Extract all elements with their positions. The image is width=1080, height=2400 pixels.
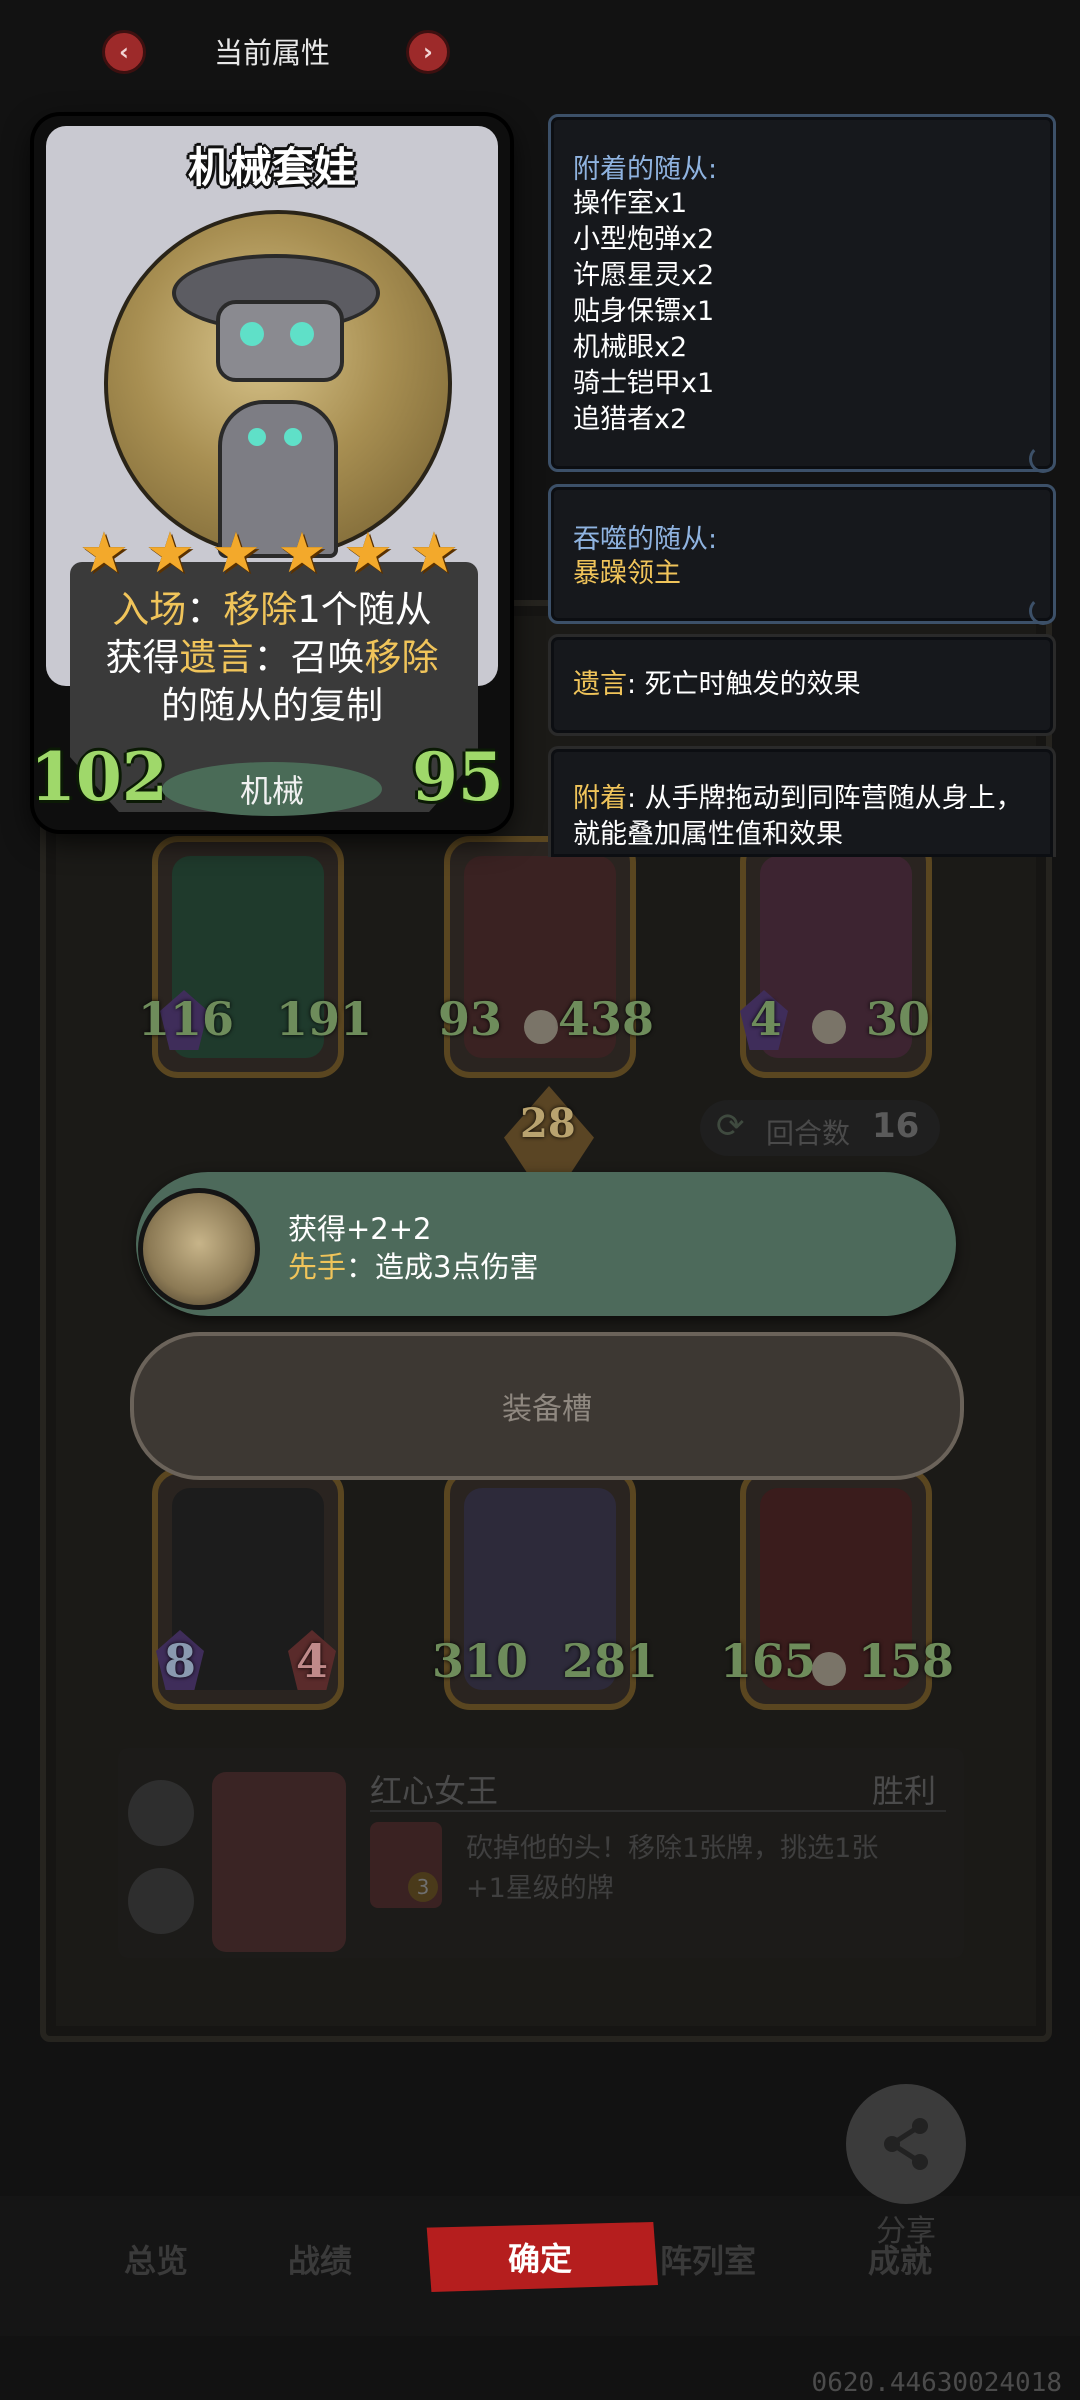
- minion-card: 机械套娃 ★ ★ ★ ★ ★ ★ 入场：移除1个随从 获得遗言：召唤移除 的随从…: [34, 116, 510, 830]
- refresh-icon: ⟳: [716, 1106, 745, 1146]
- tab-records[interactable]: 战绩: [288, 2236, 352, 2282]
- confirm-label: 确定: [507, 2240, 572, 2278]
- turn-counter-label: 回合数: [766, 1117, 851, 1150]
- card-desc-line: 的随从的复制: [161, 684, 383, 727]
- list-item: 贴身保镖x1: [573, 296, 715, 327]
- list-item: 骑士铠甲x1: [573, 368, 715, 399]
- hero-power-cost: 3: [408, 1872, 438, 1902]
- list-item: 小型炮弹x2: [573, 224, 715, 255]
- battle-result: 胜利: [872, 1772, 937, 1810]
- robot-head: [216, 300, 344, 382]
- divider: [370, 1810, 946, 1812]
- minion-attack: 310: [432, 1634, 529, 1688]
- tab-overview[interactable]: 总览: [124, 2236, 188, 2282]
- minion-health: 191: [276, 992, 373, 1046]
- card-portrait: [104, 210, 452, 558]
- trinket-icon: [128, 1868, 194, 1934]
- keyword-term: 遗言: [573, 669, 627, 700]
- minion-attack: 4: [750, 992, 783, 1046]
- hero-power-text: +1星级的牌: [466, 1873, 614, 1904]
- minion-health: 281: [562, 1634, 659, 1688]
- minion-health: 438: [558, 992, 655, 1046]
- card-health: 95: [412, 738, 504, 816]
- card-desc-line: 入场：移除1个随从: [112, 588, 432, 631]
- chevron-left-icon: ‹: [119, 38, 129, 66]
- share-icon: [884, 2118, 928, 2170]
- card-type: 机械: [239, 772, 304, 810]
- hero-portrait: [212, 1772, 346, 1952]
- card-name: 机械套娃: [187, 143, 356, 192]
- star-icon: ★: [210, 521, 262, 586]
- trinket-icon: [128, 1780, 194, 1846]
- list-item: 暴躁领主: [573, 558, 681, 589]
- minion-health: 4: [296, 1634, 329, 1688]
- confirm-button[interactable]: 确定: [426, 2222, 658, 2292]
- minion-attack: 8: [164, 1634, 197, 1688]
- deathrattle-keyword-panel: 遗言: 死亡时触发的效果: [548, 634, 1056, 736]
- skull-icon: [812, 1010, 846, 1044]
- equipment-slot[interactable]: 装备槽: [130, 1332, 964, 1480]
- attached-minions-panel: 附着的随从: 操作室x1 小型炮弹x2 许愿星灵x2 贴身保镖x1 机械眼x2 …: [548, 114, 1057, 473]
- hero-power-text: 砍掉他的头！移除1张牌，挑选1张: [466, 1833, 879, 1864]
- card-attack: 102: [30, 738, 168, 816]
- share-label: 分享: [876, 2214, 936, 2249]
- star-icon: ★: [78, 521, 130, 586]
- card-desc-line: 获得遗言：召唤移除: [105, 636, 439, 679]
- chevron-right-icon: ›: [423, 38, 433, 66]
- keyword-term: 附着: [573, 783, 627, 814]
- header-title: 当前属性: [214, 36, 331, 70]
- next-arrow-button[interactable]: ›: [406, 30, 450, 74]
- list-item: 许愿星灵x2: [573, 260, 715, 291]
- star-icon: ★: [342, 521, 394, 586]
- star-rating: ★ ★ ★ ★ ★ ★: [74, 524, 494, 584]
- star-icon: ★: [276, 521, 328, 586]
- tooltip-line: 先手：造成3点伤害: [288, 1250, 539, 1284]
- corner-ornament: [1029, 445, 1057, 473]
- skull-icon: [524, 1010, 558, 1044]
- panel-title: 附着的随从:: [573, 154, 718, 185]
- tooltip-line: 获得+2+2: [288, 1212, 432, 1246]
- turn-counter-value: 16: [872, 1106, 920, 1146]
- list-item: 追猎者x2: [573, 404, 688, 435]
- share-button[interactable]: [846, 2084, 966, 2204]
- minion-attack: 116: [138, 992, 235, 1046]
- trinket-icon: [138, 1188, 260, 1310]
- footer-code: 0620.44630024018: [811, 2368, 1062, 2398]
- minion-attack: 93: [438, 992, 503, 1046]
- skull-icon: [812, 1652, 846, 1686]
- keyword-text: : 从手牌拖动到同阵营随从身上，就能叠加属性值和效果: [573, 783, 1023, 850]
- tier-badge-value: 28: [520, 1100, 576, 1147]
- prev-arrow-button[interactable]: ‹: [102, 30, 146, 74]
- star-icon: ★: [144, 521, 196, 586]
- keyword-text: : 死亡时触发的效果: [627, 669, 861, 700]
- star-icon: ★: [408, 521, 460, 586]
- list-item: 机械眼x2: [573, 332, 688, 363]
- attach-keyword-panel: 附着: 从手牌拖动到同阵营随从身上，就能叠加属性值和效果: [548, 746, 1056, 857]
- panel-title: 吞噬的随从:: [573, 524, 718, 555]
- devoured-minions-panel: 吞噬的随从: 暴躁领主: [548, 484, 1057, 625]
- list-item: 操作室x1: [573, 188, 688, 219]
- minion-health: 158: [858, 1634, 955, 1688]
- equipment-slot-label: 装备槽: [502, 1392, 592, 1427]
- corner-ornament: [1029, 597, 1057, 625]
- card-type-pill: 机械: [162, 762, 382, 816]
- minion-health: 30: [866, 992, 931, 1046]
- opponent-name: 红心女王: [370, 1772, 499, 1810]
- tab-formation[interactable]: 阵列室: [660, 2236, 756, 2282]
- minion-attack: 165: [720, 1634, 817, 1688]
